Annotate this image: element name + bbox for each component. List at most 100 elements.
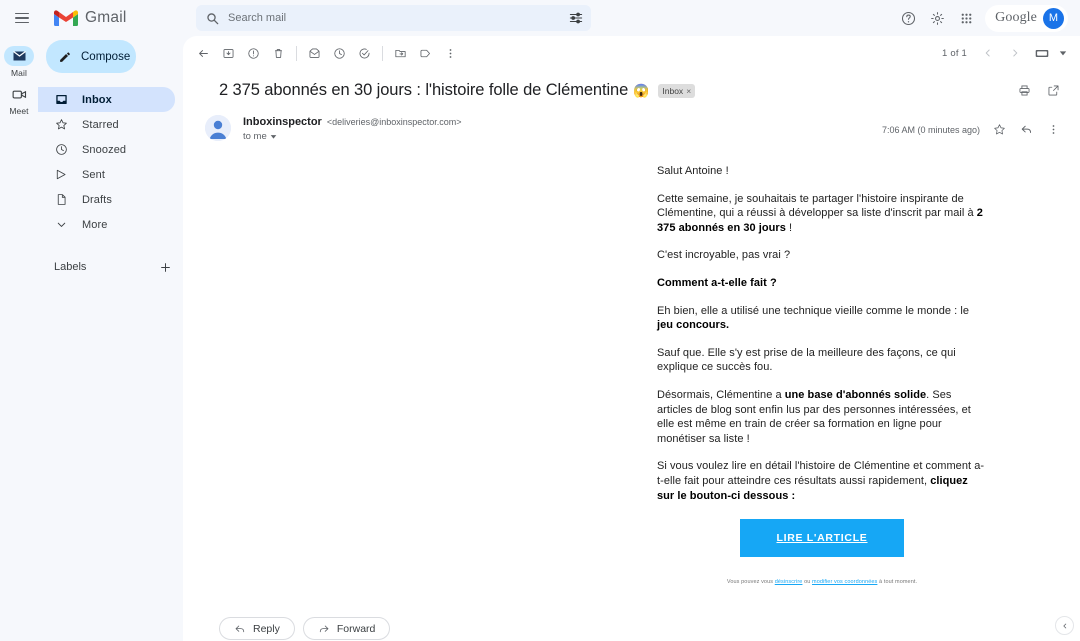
email-paragraph-5: Sauf que. Elle s'y est prise de la meill… [657, 346, 956, 374]
read-article-button[interactable]: LIRE L'ARTICLE [740, 519, 904, 558]
search-bar[interactable] [196, 5, 591, 31]
compose-label: Compose [81, 50, 131, 63]
print-icon[interactable] [1012, 78, 1037, 103]
gmail-brand[interactable]: Gmail [53, 9, 188, 28]
open-in-new-icon[interactable] [1041, 78, 1066, 103]
snooze-clock-icon[interactable] [327, 41, 352, 66]
sidebar-item-sent[interactable]: Sent [38, 162, 175, 187]
mark-unread-icon[interactable] [302, 41, 327, 66]
forward-button[interactable]: Forward [302, 617, 391, 641]
chevron-right-icon[interactable] [1002, 41, 1027, 66]
mail-icon [4, 46, 34, 66]
caret-down-icon[interactable] [1056, 41, 1070, 66]
recipient-toggle[interactable]: to me [243, 131, 462, 142]
footer-text-c: à tout moment. [877, 579, 918, 586]
unsubscribe-link[interactable]: désinscrire [775, 579, 803, 585]
sidebar-item-drafts[interactable]: Drafts [38, 187, 175, 212]
arrow-back-icon[interactable] [191, 41, 216, 66]
p6-text-a: Désormais, Clémentine a [657, 388, 785, 401]
p4-bold: jeu concours. [657, 319, 730, 332]
display-toggle-icon[interactable] [1029, 41, 1054, 66]
sidebar-item-more[interactable]: More [38, 212, 175, 237]
toolbar-divider [296, 45, 297, 61]
plus-icon[interactable] [155, 257, 175, 277]
header-actions: Google M [895, 4, 1072, 32]
caret-down-icon [270, 133, 277, 140]
gear-icon[interactable] [924, 5, 950, 31]
sender-row: Inboxinspector <deliveries@inboxinspecto… [183, 103, 1080, 142]
scream-emoji-icon: 😱 [633, 82, 650, 98]
email-paragraph-2: C'est incroyable, pas vrai ? [657, 249, 791, 262]
message-timestamp: 7:06 AM (0 minutes ago) [881, 124, 980, 135]
app-body: Mail Meet Compose Inbox Starred Snoozed … [0, 36, 1080, 641]
person-avatar-icon[interactable] [205, 115, 231, 141]
main-menu-icon[interactable] [8, 4, 36, 32]
message-actions: 7:06 AM (0 minutes ago) [882, 115, 1066, 142]
sidebar-item-snoozed[interactable]: Snoozed [38, 137, 175, 162]
subject-row: 2 375 abonnés en 30 jours : l'histoire f… [183, 64, 1080, 103]
labels-title: Labels [54, 261, 87, 273]
help-icon[interactable] [895, 5, 921, 31]
p1-text-a: Cette semaine, je souhaitais te partager… [657, 192, 977, 220]
pencil-icon [58, 50, 72, 64]
footer-text-a: Vous pouvez vous [726, 579, 775, 586]
reply-arrow-icon[interactable] [1014, 117, 1039, 142]
pagination: 1 of 1 [942, 41, 1070, 66]
page-title: 2 375 abonnés en 30 jours : l'histoire f… [219, 81, 629, 99]
trash-icon[interactable] [266, 41, 291, 66]
rail-item-meet[interactable]: Meet [0, 82, 38, 116]
toolbar-divider [382, 45, 383, 61]
avatar[interactable]: M [1043, 7, 1064, 29]
sidebar-item-starred[interactable]: Starred [38, 112, 175, 137]
label-chip-text: Inbox [662, 85, 684, 96]
google-account-button[interactable]: Google M [985, 4, 1068, 32]
sender-info: Inboxinspector <deliveries@inboxinspecto… [243, 115, 462, 142]
brand-name: Gmail [85, 9, 127, 26]
chevron-left-icon[interactable] [975, 41, 1000, 66]
star-outline-icon[interactable] [987, 117, 1012, 142]
app-rail: Mail Meet [0, 36, 38, 641]
subject-actions [1012, 78, 1066, 103]
rail-item-mail[interactable]: Mail [0, 44, 38, 78]
search-icon [206, 12, 219, 25]
move-folder-icon[interactable] [388, 41, 413, 66]
clock-icon [54, 143, 68, 157]
sidebar-item-inbox[interactable]: Inbox [38, 87, 175, 112]
sidebar-item-label: More [82, 218, 108, 231]
reply-arrow-icon [234, 623, 246, 635]
more-vertical-icon[interactable] [438, 41, 463, 66]
search-input[interactable] [219, 12, 569, 24]
reply-button[interactable]: Reply [219, 617, 295, 641]
email-paragraph-4: Eh bien, elle a utilisé une technique vi… [657, 304, 987, 333]
gmail-logo-icon [53, 9, 79, 28]
add-task-icon[interactable] [352, 41, 377, 66]
label-tag-icon[interactable] [413, 41, 438, 66]
report-spam-icon[interactable] [241, 41, 266, 66]
p4-text-a: Eh bien, elle a utilisé une technique vi… [657, 304, 970, 317]
reply-label: Reply [253, 622, 280, 635]
draft-file-icon [54, 193, 68, 207]
forward-arrow-icon [318, 623, 330, 635]
forward-label: Forward [336, 622, 376, 635]
footer-text-b: ou [802, 579, 813, 586]
google-label: Google [995, 10, 1037, 25]
sender-name: Inboxinspector [243, 116, 322, 128]
compose-button[interactable]: Compose [46, 40, 136, 73]
rail-item-label: Mail [11, 68, 27, 78]
send-icon [54, 168, 68, 182]
label-chip-inbox[interactable]: Inbox × [658, 83, 696, 98]
more-vertical-icon[interactable] [1041, 117, 1066, 142]
tune-filter-icon[interactable] [569, 11, 583, 25]
gmail-app: Gmail Search mail Google M Mail Meet Com… [0, 0, 1080, 641]
edit-details-link[interactable]: modifier vos coordonnées [812, 579, 877, 585]
p1-text-b: ! [785, 221, 793, 234]
archive-icon[interactable] [216, 41, 241, 66]
sidebar-item-label: Sent [82, 168, 106, 181]
p3-bold: Comment a-t-elle fait ? [657, 276, 777, 289]
sidebar-nav: Compose Inbox Starred Snoozed Sent Draft… [38, 36, 183, 641]
apps-grid-icon[interactable] [953, 5, 979, 31]
email-paragraph-1: Cette semaine, je souhaitais te partager… [657, 192, 987, 236]
close-icon[interactable]: × [686, 86, 691, 96]
collapse-panel-button[interactable] [1055, 616, 1074, 635]
sidebar-item-label: Snoozed [82, 143, 127, 156]
